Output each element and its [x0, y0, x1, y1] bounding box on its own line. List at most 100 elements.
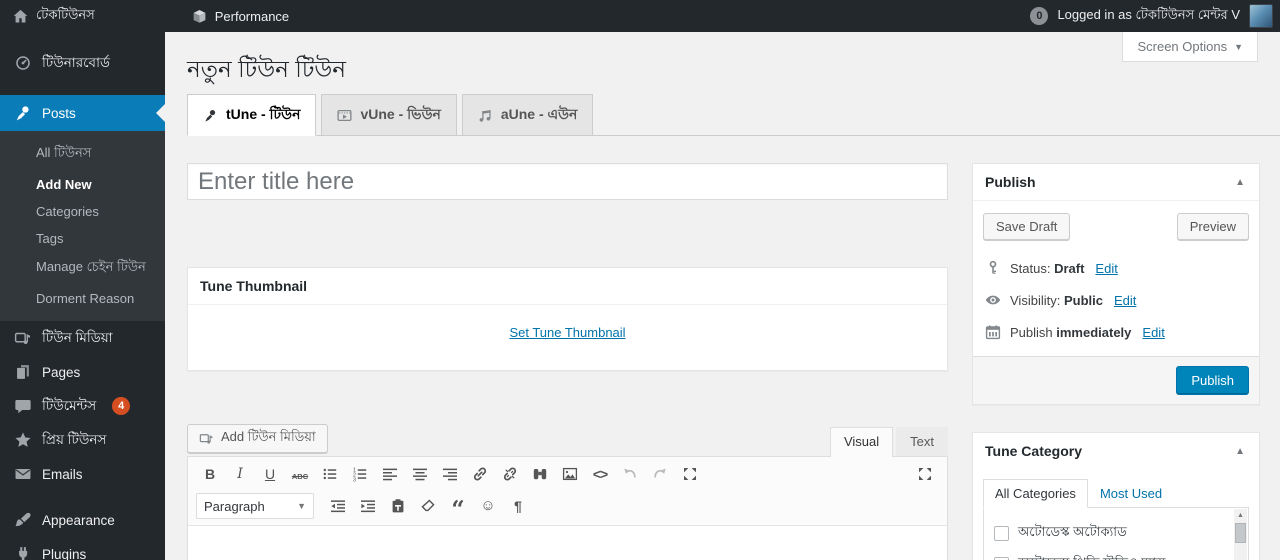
tab-vune[interactable]: vUne - ভিউন	[321, 94, 457, 136]
align-right-button[interactable]	[436, 461, 464, 487]
indent-icon	[360, 498, 376, 514]
audio-icon	[478, 108, 493, 123]
sidebar-subitem-manage-চেইন-টিউন[interactable]: Manage চেইন টিউন	[0, 252, 165, 285]
post-title-input[interactable]	[187, 163, 948, 200]
comment-count-badge[interactable]: 0	[1030, 7, 1049, 25]
emoticon-button[interactable]: ☺	[474, 493, 502, 519]
collapse-icon[interactable]: ▲	[1233, 446, 1247, 457]
page-title: নতুন টিউন টিউন	[187, 56, 347, 82]
sidebar-item-টিউমেন্টস[interactable]: টিউমেন্টস 4	[0, 389, 165, 423]
comment-icon	[14, 397, 32, 415]
undo-button[interactable]	[616, 461, 644, 487]
indent-button[interactable]	[354, 493, 382, 519]
find-icon	[532, 466, 548, 482]
redo-button[interactable]	[646, 461, 674, 487]
publish-button[interactable]: Publish	[1176, 366, 1249, 395]
category-checkbox[interactable]	[994, 526, 1009, 541]
caret-down-icon: ▼	[1234, 41, 1243, 52]
sidebar-item-posts[interactable]: Posts	[0, 95, 165, 131]
tab-all-categories[interactable]: All Categories	[983, 479, 1088, 508]
tab-most-used[interactable]: Most Used	[1088, 480, 1174, 507]
link-icon	[472, 466, 488, 482]
save-draft-button[interactable]: Save Draft	[983, 213, 1071, 240]
category-scrollbar[interactable]: ▲	[1234, 509, 1247, 560]
sidebar-subitem-add-new[interactable]: Add New	[0, 171, 165, 198]
pilcrow-button[interactable]: ¶	[504, 493, 532, 519]
bold-button[interactable]: B	[196, 461, 224, 487]
dfw-button[interactable]	[911, 461, 939, 487]
sidebar-item-label: Posts	[42, 105, 76, 121]
sidebar-subitem-all-টিউনস[interactable]: All টিউনস	[0, 138, 165, 171]
edit-schedule-link[interactable]: Edit	[1142, 325, 1164, 340]
sidebar-item-টিউন-মিডিয়া[interactable]: টিউন মিডিয়া	[0, 321, 165, 355]
paragraph-select[interactable]: Paragraph ▼	[196, 493, 314, 519]
publish-box: Publish ▲ Save Draft Preview Status: Dra…	[972, 163, 1260, 405]
sidebar-item-emails[interactable]: Emails	[0, 457, 165, 491]
caret-down-icon: ▼	[297, 501, 306, 511]
sidebar-item-label: Plugins	[42, 546, 87, 560]
align-center-button[interactable]	[406, 461, 434, 487]
schedule-row: Publish immediately Edit	[983, 316, 1249, 348]
tab-visual[interactable]: Visual	[829, 427, 894, 457]
media-icon	[199, 431, 214, 446]
content-area: Screen Options ▼ নতুন টিউন টিউন tUne - ট…	[165, 32, 1280, 560]
category-label: অটোডেস্ক অটোক্যাড	[1018, 524, 1127, 539]
underline-button[interactable]: U	[256, 461, 284, 487]
paste-text-button[interactable]	[384, 493, 412, 519]
calendar-icon	[985, 324, 1001, 340]
bullet-list-button[interactable]	[316, 461, 344, 487]
link-button[interactable]	[466, 461, 494, 487]
avatar[interactable]	[1249, 4, 1273, 28]
emoticon-icon: ☺	[480, 497, 496, 514]
set-tune-thumbnail-link[interactable]: Set Tune Thumbnail	[509, 325, 625, 340]
status-row: Status: Draft Edit	[983, 252, 1249, 284]
screen-options-button[interactable]: Screen Options ▼	[1122, 32, 1258, 62]
preview-button[interactable]: Preview	[1176, 213, 1249, 240]
strikethrough-button[interactable]: ABC	[286, 461, 314, 487]
numbered-list-button[interactable]: 123	[346, 461, 374, 487]
remove-format-icon	[420, 498, 436, 514]
tab-label: aUne - এউন	[500, 106, 578, 122]
admin-sidebar: টিউনারবোর্ড Posts All টিউনস Add New Catego…	[0, 32, 165, 560]
sidebar-item-appearance[interactable]: Appearance	[0, 503, 165, 537]
image-button[interactable]	[556, 461, 584, 487]
collapse-icon[interactable]: ▲	[1233, 177, 1247, 188]
tab-tune[interactable]: tUne - টিউন	[187, 94, 317, 136]
logged-in-account[interactable]: Logged in as টেকটিউনস মেন্টর V	[1057, 6, 1240, 27]
category-item: অটোডেস্ক অটোক্যাড	[994, 518, 1248, 549]
sidebar-subitem-tags[interactable]: Tags	[0, 225, 165, 252]
italic-button[interactable]: I	[226, 461, 254, 487]
outdent-button[interactable]	[324, 493, 352, 519]
code-button[interactable]: <>	[586, 461, 614, 487]
bold-icon: B	[204, 466, 216, 482]
pin-icon	[14, 104, 32, 122]
sidebar-item-dashboard[interactable]: টিউনারবোর্ড	[0, 46, 165, 80]
sidebar-item-pages[interactable]: Pages	[0, 355, 165, 389]
blockquote-button[interactable]: “	[444, 493, 472, 521]
undo-icon	[622, 466, 638, 482]
svg-text:3: 3	[353, 478, 356, 482]
sidebar-subitem-categories[interactable]: Categories	[0, 198, 165, 225]
scrollbar-thumb[interactable]	[1235, 523, 1246, 543]
align-left-button[interactable]	[376, 461, 404, 487]
add-media-button[interactable]: Add টিউন মিডিয়া	[187, 424, 328, 453]
status-text: Status: Draft	[1010, 260, 1085, 276]
tab-text[interactable]: Text	[896, 427, 948, 456]
sidebar-subitem-dorment-reason[interactable]: Dorment Reason	[0, 285, 165, 312]
editor-content-area[interactable]	[187, 526, 948, 560]
remove-format-button[interactable]	[414, 493, 442, 519]
site-name: টেকটিউনস	[36, 6, 95, 22]
admin-bar-performance-menu[interactable]: Performance	[179, 0, 301, 32]
sidebar-item-plugins[interactable]: Plugins	[0, 537, 165, 560]
fullscreen-button[interactable]	[676, 461, 704, 487]
find-button[interactable]	[526, 461, 554, 487]
home-icon	[12, 8, 29, 25]
edit-status-link[interactable]: Edit	[1095, 261, 1117, 276]
unlink-button[interactable]	[496, 461, 524, 487]
sidebar-item-প্রিয়-টিউনস[interactable]: প্রিয় টিউনস	[0, 423, 165, 457]
edit-visibility-link[interactable]: Edit	[1114, 293, 1136, 308]
tab-aune[interactable]: aUne - এউন	[461, 94, 594, 136]
visibility-text: Visibility: Public	[1010, 292, 1103, 308]
scroll-up-icon[interactable]: ▲	[1234, 509, 1247, 522]
admin-bar-site-menu[interactable]: টেকটিউনস	[0, 0, 107, 32]
